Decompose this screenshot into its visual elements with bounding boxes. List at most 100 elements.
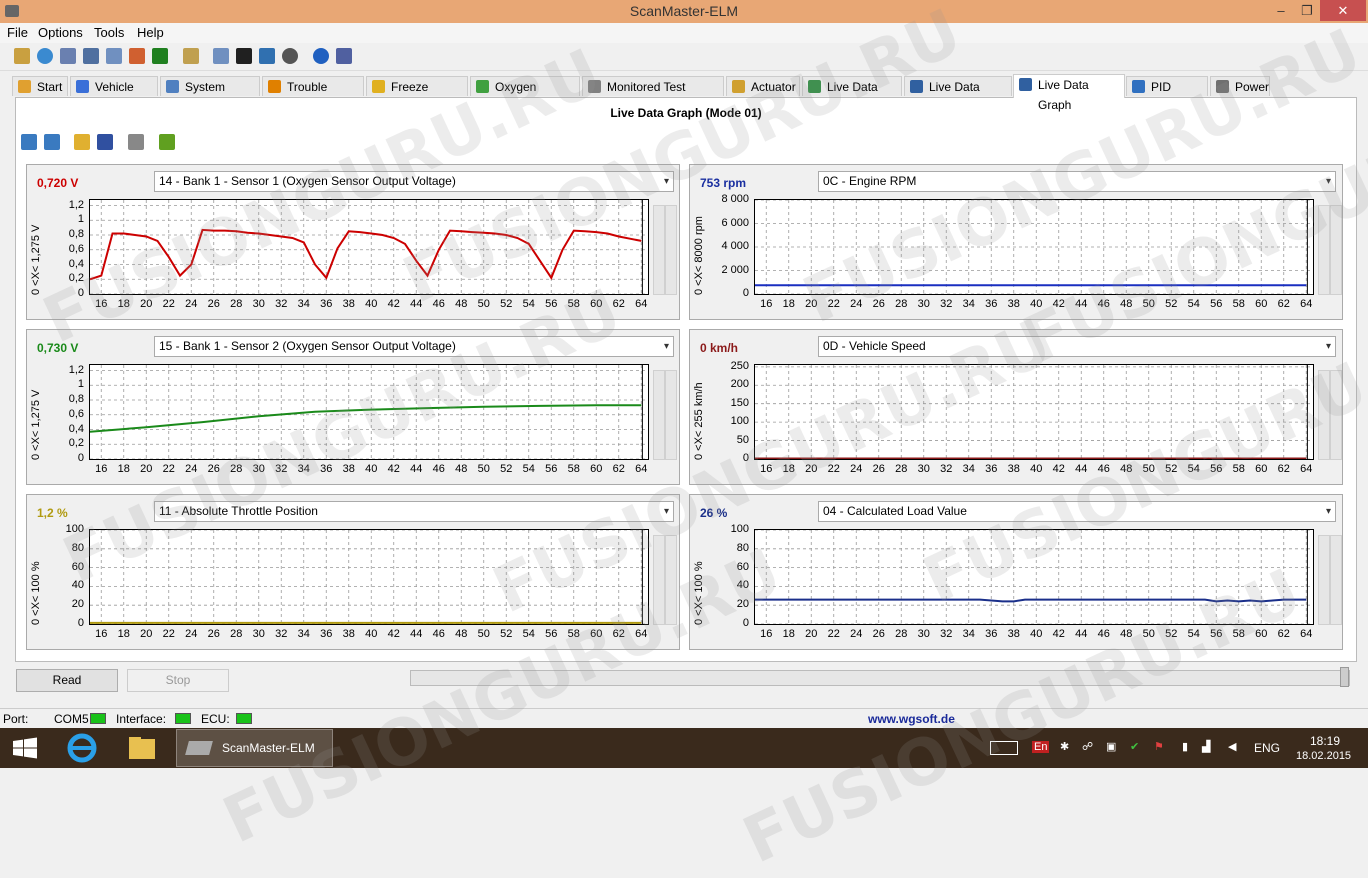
start-button[interactable]	[10, 729, 40, 767]
graph-canvas	[755, 200, 1313, 294]
app-window: ScanMaster-ELM – ❐ ✕ File Options Tools …	[0, 0, 1368, 729]
x-tick-label: 58	[1232, 298, 1245, 310]
monitor-icon[interactable]	[213, 48, 229, 64]
title-bar: ScanMaster-ELM – ❐ ✕	[0, 0, 1368, 23]
x-tick-label: 36	[985, 463, 998, 475]
x-tick-label: 54	[1187, 628, 1200, 640]
y-scroll-slider[interactable]	[1330, 370, 1342, 460]
pid-select[interactable]: 11 - Absolute Throttle Position ▾	[154, 501, 674, 522]
tab-system-status[interactable]: System Status	[160, 76, 260, 114]
tab-start[interactable]: Start	[12, 76, 68, 96]
tab-live-data-graph[interactable]: Live Data Graph	[1013, 74, 1125, 112]
tab-oxygen-sensors[interactable]: Oxygen Sensors	[470, 76, 580, 114]
grid-icon[interactable]	[83, 48, 99, 64]
ime-indicator[interactable]: En	[1032, 741, 1050, 753]
network-icon[interactable]: ☍	[1082, 740, 1093, 753]
read-button[interactable]: Read	[16, 669, 118, 692]
y-zoom-slider[interactable]	[1318, 205, 1330, 295]
clock-date[interactable]: 18.02.2015	[1296, 750, 1351, 762]
y-zoom-slider[interactable]	[653, 370, 665, 460]
y-zoom-slider[interactable]	[653, 535, 665, 625]
x-tick-label: 34	[962, 463, 975, 475]
pid-select[interactable]: 14 - Bank 1 - Sensor 1 (Oxygen Sensor Ou…	[154, 171, 674, 192]
print-icon[interactable]	[128, 134, 144, 150]
language-indicator[interactable]: ENG	[1254, 741, 1280, 755]
terminal-icon[interactable]	[236, 48, 252, 64]
x-tick-label: 58	[567, 463, 580, 475]
chart-icon[interactable]	[106, 48, 122, 64]
y-tick-label: 40	[71, 579, 84, 592]
report-icon[interactable]	[60, 48, 76, 64]
tab-actuator[interactable]: Actuator	[726, 76, 800, 96]
x-tick-label: 58	[1232, 463, 1245, 475]
info-icon[interactable]	[313, 48, 329, 64]
open-folder-icon[interactable]	[74, 134, 90, 150]
internet-explorer-icon[interactable]	[62, 729, 102, 767]
volume-icon[interactable]: ◀	[1228, 740, 1236, 753]
keyboard-icon[interactable]	[990, 741, 1018, 755]
y-zoom-slider[interactable]	[653, 205, 665, 295]
add-graph-icon[interactable]	[21, 134, 37, 150]
y-tick-label: 100	[730, 523, 749, 535]
tab-pid-config[interactable]: PID Config	[1126, 76, 1208, 114]
pid-select[interactable]: 04 - Calculated Load Value ▾	[818, 501, 1336, 522]
y-scroll-slider[interactable]	[1330, 535, 1342, 625]
globe-icon[interactable]	[37, 48, 53, 64]
x-tick-label: 30	[252, 298, 265, 310]
y-zoom-slider[interactable]	[1318, 535, 1330, 625]
clipboard-icon[interactable]	[183, 48, 199, 64]
tab-vehicle-info[interactable]: Vehicle Info	[70, 76, 158, 114]
export-icon[interactable]	[159, 134, 175, 150]
tab-monitored-test-results[interactable]: Monitored Test Results	[582, 76, 724, 114]
x-tick-label: 30	[917, 463, 930, 475]
connect-icon[interactable]	[14, 48, 30, 64]
x-tick-label: 62	[1277, 628, 1290, 640]
y-scroll-slider[interactable]	[1330, 205, 1342, 295]
y-scroll-slider[interactable]	[665, 370, 677, 460]
device-icon[interactable]: ▣	[1106, 740, 1116, 753]
tab-live-data-grid[interactable]: Live Data Grid	[802, 76, 902, 114]
meter-icon[interactable]	[129, 48, 145, 64]
taskbar-scanmaster[interactable]: ScanMaster-ELM	[176, 729, 333, 767]
y-zoom-slider[interactable]	[1318, 370, 1330, 460]
display-icon[interactable]	[259, 48, 275, 64]
pid-select[interactable]: 15 - Bank 1 - Sensor 2 (Oxygen Sensor Ou…	[154, 336, 674, 357]
signal-icon[interactable]: ▟	[1202, 740, 1210, 753]
tab-live-data-meter[interactable]: Live Data Meter	[904, 76, 1012, 114]
tab-freeze-frames[interactable]: Freeze Frames	[366, 76, 468, 114]
maximize-button[interactable]: ❐	[1294, 0, 1320, 21]
current-value: 26 %	[700, 506, 728, 520]
stop-sign-icon[interactable]	[282, 48, 298, 64]
graph-canvas	[90, 200, 648, 294]
action-center-icon[interactable]: ⚑	[1154, 740, 1164, 753]
clock-time[interactable]: 18:19	[1310, 734, 1340, 748]
sensor-icon[interactable]	[152, 48, 168, 64]
safe-remove-icon[interactable]: ✔	[1130, 740, 1139, 753]
menu-options[interactable]: Options	[38, 25, 83, 40]
minimize-button[interactable]: –	[1268, 0, 1294, 21]
x-tick-label: 42	[387, 298, 400, 310]
y-scroll-slider[interactable]	[665, 205, 677, 295]
y-scroll-slider[interactable]	[665, 535, 677, 625]
website-link[interactable]: www.wgsoft.de	[868, 712, 955, 726]
menu-tools[interactable]: Tools	[94, 25, 124, 40]
menu-file[interactable]: File	[7, 25, 28, 40]
bluetooth-icon[interactable]: ✱	[1060, 740, 1069, 753]
tab-power[interactable]: Power	[1210, 76, 1270, 96]
x-tick-label: 30	[917, 298, 930, 310]
pid-select[interactable]: 0D - Vehicle Speed ▾	[818, 336, 1336, 357]
x-tick-label: 40	[365, 463, 378, 475]
save-icon[interactable]	[97, 134, 113, 150]
file-explorer-icon[interactable]	[122, 729, 162, 767]
remove-graph-icon[interactable]	[44, 134, 60, 150]
tab-trouble-codes[interactable]: Trouble Codes	[262, 76, 364, 114]
pid-select[interactable]: 0C - Engine RPM ▾	[818, 171, 1336, 192]
x-tick-label: 56	[545, 628, 558, 640]
stop-button[interactable]: Stop	[127, 669, 229, 692]
taskbar-app-label: ScanMaster-ELM	[222, 741, 315, 755]
exit-icon[interactable]	[336, 48, 352, 64]
menu-help[interactable]: Help	[137, 25, 164, 40]
battery-icon[interactable]: ▮	[1182, 740, 1188, 753]
close-button[interactable]: ✕	[1320, 0, 1366, 21]
progress-bar	[410, 670, 1350, 686]
